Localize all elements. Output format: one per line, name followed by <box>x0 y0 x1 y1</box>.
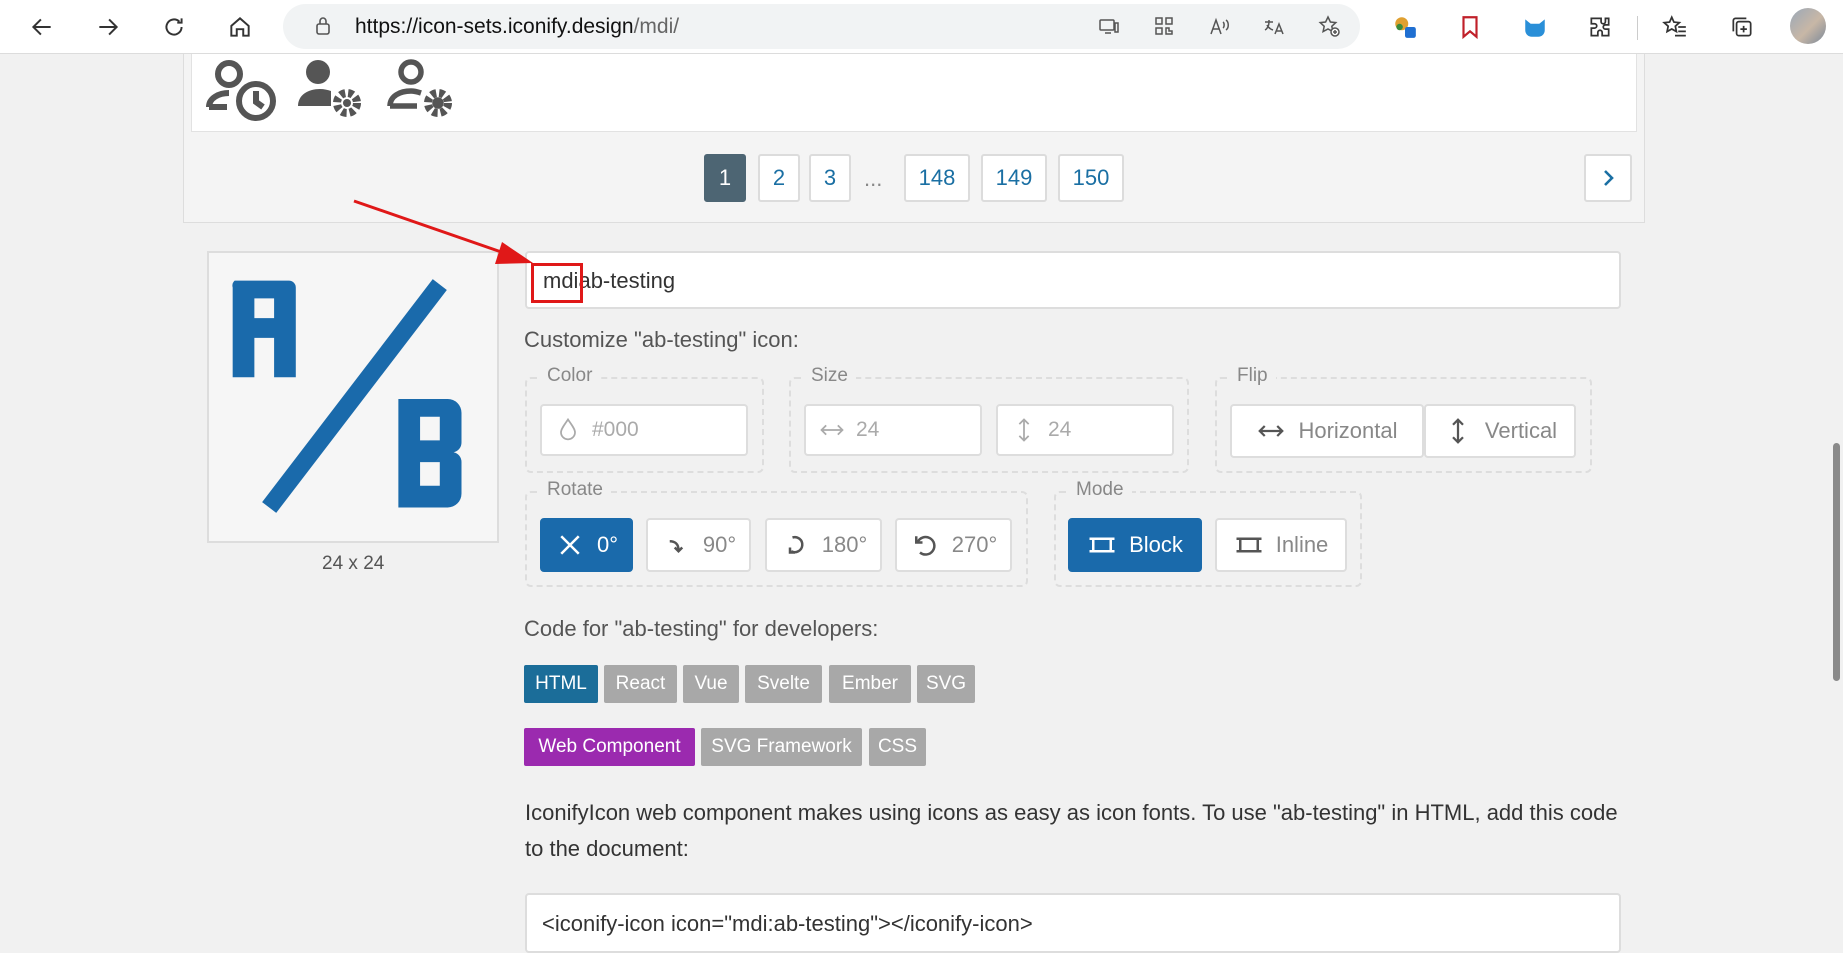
tab-web-component[interactable]: Web Component <box>524 728 695 766</box>
customize-heading: Customize "ab-testing" icon: <box>524 327 799 352</box>
flip-horizontal-label: Horizontal <box>1298 418 1398 443</box>
mode-inline-label: Inline <box>1275 532 1329 557</box>
profile-avatar[interactable] <box>1790 8 1826 44</box>
width-input[interactable]: 24 <box>804 404 982 456</box>
droplet-icon <box>560 417 576 441</box>
color-legend: Color <box>539 365 601 387</box>
tab-css[interactable]: CSS <box>869 728 926 766</box>
rotate-270-button[interactable]: 270° <box>895 518 1012 572</box>
tab-react[interactable]: React <box>604 665 677 703</box>
url-host: https://icon-sets.iconify.design <box>355 15 634 38</box>
url-text[interactable]: https://icon-sets.iconify.design/mdi/ <box>355 15 679 39</box>
tab-vue[interactable]: Vue <box>683 665 739 703</box>
rotate-90-button[interactable]: 90° <box>646 518 751 572</box>
height-placeholder: 24 <box>1048 418 1072 441</box>
width-placeholder: 24 <box>856 418 880 441</box>
mode-block-label: Block <box>1129 532 1183 557</box>
flip-horizontal-button[interactable]: Horizontal <box>1230 404 1424 458</box>
icon-name-rest: ab-testing <box>578 268 676 293</box>
page-button-2[interactable]: 2 <box>758 154 800 202</box>
account-clock-icon[interactable] <box>205 58 277 124</box>
tab-ember[interactable]: Ember <box>829 665 911 703</box>
extensions-icon[interactable] <box>1580 7 1620 47</box>
tab-svg[interactable]: SVG <box>917 665 975 703</box>
rotate-270-label: 270° <box>951 532 998 557</box>
favorites-icon[interactable] <box>1655 7 1695 47</box>
next-page-button[interactable] <box>1584 154 1632 202</box>
rotate-270-icon <box>914 535 936 556</box>
extension-colorful-icon[interactable] <box>1385 7 1425 47</box>
flip-legend: Flip <box>1229 365 1276 387</box>
page-button-150[interactable]: 150 <box>1058 154 1124 202</box>
rotate-0-label: 0° <box>596 532 619 557</box>
account-cog-icon[interactable] <box>296 58 368 124</box>
toolbar-divider <box>1637 16 1638 40</box>
annotation-highlight-box <box>531 263 583 303</box>
account-cog-outline-icon[interactable] <box>387 58 459 124</box>
mode-inline-button[interactable]: Inline <box>1215 518 1347 572</box>
preview-size-label: 24 x 24 <box>322 553 385 574</box>
color-input[interactable]: #000 <box>540 404 748 456</box>
tab-svelte[interactable]: Svelte <box>745 665 822 703</box>
url-path: /mdi/ <box>633 15 680 38</box>
mode-legend: Mode <box>1068 479 1132 501</box>
bookmark-extension-icon[interactable] <box>1450 7 1490 47</box>
flip-horizontal-icon <box>1258 425 1285 437</box>
close-icon <box>560 535 580 555</box>
page-button-3[interactable]: 3 <box>809 154 851 202</box>
address-bar[interactable]: https://icon-sets.iconify.design/mdi/ <box>283 4 1360 49</box>
inline-mode-icon <box>1236 537 1262 553</box>
read-aloud-icon[interactable] <box>1201 8 1237 44</box>
rotate-180-icon <box>788 535 804 554</box>
rotate-180-button[interactable]: 180° <box>765 518 882 572</box>
qr-code-icon[interactable] <box>1146 8 1182 44</box>
arrow-vertical-icon <box>1018 418 1030 442</box>
favorite-add-icon[interactable] <box>1311 8 1347 44</box>
page-button-148[interactable]: 148 <box>904 154 970 202</box>
pagination-ellipsis: ... <box>864 166 883 191</box>
mode-block-button[interactable]: Block <box>1068 518 1202 572</box>
ab-testing-icon <box>232 279 462 513</box>
code-snippet-box[interactable]: <iconify-icon icon="mdi:ab-testing"></ic… <box>525 893 1621 953</box>
height-input[interactable]: 24 <box>996 404 1174 456</box>
translate-icon[interactable] <box>1256 8 1292 44</box>
code-heading: Code for "ab-testing" for developers: <box>524 616 879 641</box>
icon-preview <box>207 251 499 543</box>
flip-vertical-icon <box>1452 418 1464 444</box>
rotate-90-label: 90° <box>702 532 737 557</box>
lock-icon[interactable] <box>305 8 341 44</box>
flip-vertical-label: Vertical <box>1484 418 1558 443</box>
app-available-icon[interactable] <box>1091 8 1127 44</box>
block-mode-icon <box>1089 537 1115 553</box>
code-snippet: <iconify-icon icon="mdi:ab-testing"></ic… <box>542 911 1033 936</box>
color-placeholder: #000 <box>592 418 639 441</box>
flip-vertical-button[interactable]: Vertical <box>1424 404 1576 458</box>
scrollbar-thumb[interactable] <box>1833 443 1840 681</box>
web-component-description: IconifyIcon web component makes using ic… <box>525 800 1618 861</box>
page-button-149[interactable]: 149 <box>981 154 1047 202</box>
cat-extension-icon[interactable] <box>1515 7 1555 47</box>
home-icon[interactable] <box>220 7 260 47</box>
collections-icon[interactable] <box>1722 7 1762 47</box>
rotate-legend: Rotate <box>539 479 611 501</box>
back-icon[interactable] <box>22 7 62 47</box>
rotate-180-label: 180° <box>821 532 868 557</box>
browser-toolbar: https://icon-sets.iconify.design/mdi/ <box>0 0 1843 54</box>
tab-html[interactable]: HTML <box>524 665 598 703</box>
icon-name-input[interactable]: mdiab-testing <box>525 251 1621 309</box>
page-button-1[interactable]: 1 <box>704 154 746 202</box>
arrow-horizontal-icon <box>820 424 844 436</box>
tab-svg-framework[interactable]: SVG Framework <box>701 728 862 766</box>
size-legend: Size <box>803 365 856 387</box>
chevron-right-icon <box>1604 170 1614 186</box>
rotate-0-button[interactable]: 0° <box>540 518 633 572</box>
rotate-90-icon <box>669 540 683 554</box>
refresh-icon[interactable] <box>154 7 194 47</box>
forward-icon[interactable] <box>88 7 128 47</box>
